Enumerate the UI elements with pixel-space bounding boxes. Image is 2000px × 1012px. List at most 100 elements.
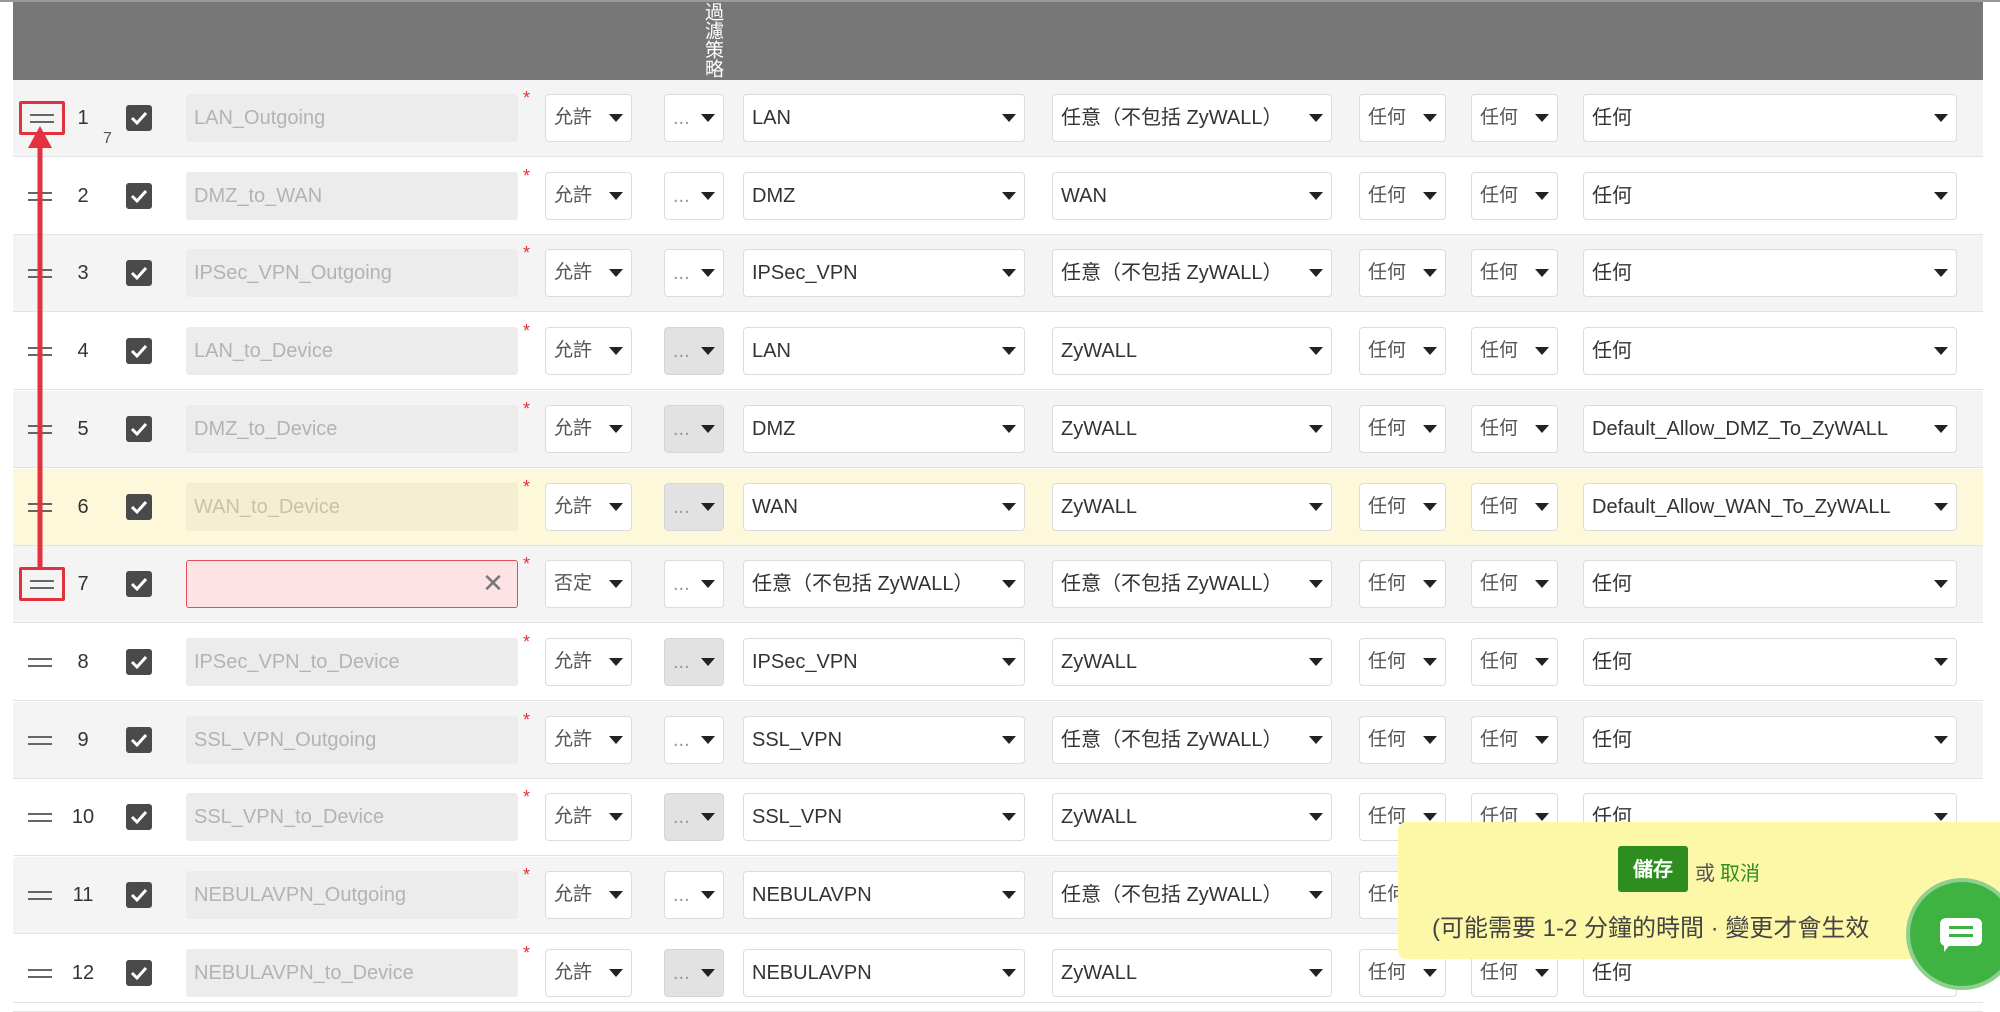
filter-policy-select[interactable]: ...	[664, 560, 724, 608]
to-zone-select[interactable]: ZyWALL	[1052, 638, 1332, 686]
from-zone-select[interactable]: IPSec_VPN	[743, 638, 1025, 686]
schedule-select[interactable]: Default_Allow_WAN_To_ZyWALL	[1583, 483, 1957, 531]
destination-address-select[interactable]: 任何	[1471, 716, 1558, 764]
enable-checkbox[interactable]	[126, 882, 152, 908]
to-zone-select[interactable]: 任意（不包括 ZyWALL）	[1052, 94, 1332, 142]
drag-handle-icon[interactable]	[26, 881, 54, 909]
schedule-select[interactable]: 任何	[1583, 327, 1957, 375]
drag-handle-icon[interactable]	[19, 101, 65, 135]
to-zone-select[interactable]: 任意（不包括 ZyWALL）	[1052, 716, 1332, 764]
action-select[interactable]: 允許	[545, 716, 632, 764]
enable-checkbox[interactable]	[126, 416, 152, 442]
enable-checkbox[interactable]	[126, 727, 152, 753]
destination-address-select[interactable]: 任何	[1471, 483, 1558, 531]
action-select[interactable]: 允許	[545, 405, 632, 453]
policy-name-input[interactable]: WAN_to_Device	[186, 483, 518, 531]
schedule-select[interactable]: 任何	[1583, 172, 1957, 220]
drag-handle-icon[interactable]	[26, 415, 54, 443]
policy-name-input[interactable]: LAN_Outgoing	[186, 94, 518, 142]
enable-checkbox[interactable]	[126, 804, 152, 830]
cancel-link[interactable]: 取消	[1720, 857, 1760, 886]
to-zone-select[interactable]: WAN	[1052, 172, 1332, 220]
source-address-select[interactable]: 任何	[1359, 249, 1446, 297]
from-zone-select[interactable]: WAN	[743, 483, 1025, 531]
to-zone-select[interactable]: ZyWALL	[1052, 483, 1332, 531]
source-address-select[interactable]: 任何	[1359, 172, 1446, 220]
schedule-select[interactable]: Default_Allow_DMZ_To_ZyWALL	[1583, 405, 1957, 453]
source-address-select[interactable]: 任何	[1359, 560, 1446, 608]
filter-policy-select[interactable]: ...	[664, 172, 724, 220]
drag-handle-icon[interactable]	[26, 726, 54, 754]
schedule-select[interactable]: 任何	[1583, 249, 1957, 297]
clear-icon[interactable]: ✕	[479, 569, 507, 597]
policy-name-input[interactable]: IPSec_VPN_Outgoing	[186, 249, 518, 297]
to-zone-select[interactable]: 任意（不包括 ZyWALL）	[1052, 871, 1332, 919]
destination-address-select[interactable]: 任何	[1471, 405, 1558, 453]
destination-address-select[interactable]: 任何	[1471, 327, 1558, 375]
policy-name-input[interactable]: DMZ_to_Device	[186, 405, 518, 453]
policy-name-input[interactable]: NEBULAVPN_to_Device	[186, 949, 518, 997]
enable-checkbox[interactable]	[126, 338, 152, 364]
enable-checkbox[interactable]	[126, 105, 152, 131]
action-select[interactable]: 允許	[545, 949, 632, 997]
policy-name-input[interactable]: LAN_to_Device	[186, 327, 518, 375]
from-zone-select[interactable]: LAN	[743, 94, 1025, 142]
policy-name-input[interactable]: NEBULAVPN_Outgoing	[186, 871, 518, 919]
from-zone-select[interactable]: NEBULAVPN	[743, 949, 1025, 997]
filter-policy-select[interactable]: ...	[664, 405, 724, 453]
action-select[interactable]: 允許	[545, 249, 632, 297]
destination-address-select[interactable]: 任何	[1471, 249, 1558, 297]
schedule-select[interactable]: 任何	[1583, 638, 1957, 686]
drag-handle-icon[interactable]	[26, 337, 54, 365]
policy-name-input[interactable]: ✕	[186, 560, 518, 608]
action-select[interactable]: 允許	[545, 172, 632, 220]
action-select[interactable]: 允許	[545, 483, 632, 531]
drag-handle-icon[interactable]	[26, 803, 54, 831]
from-zone-select[interactable]: DMZ	[743, 172, 1025, 220]
action-select[interactable]: 允許	[545, 793, 632, 841]
filter-policy-select[interactable]: ...	[664, 483, 724, 531]
enable-checkbox[interactable]	[126, 260, 152, 286]
source-address-select[interactable]: 任何	[1359, 405, 1446, 453]
to-zone-select[interactable]: 任意（不包括 ZyWALL）	[1052, 249, 1332, 297]
from-zone-select[interactable]: LAN	[743, 327, 1025, 375]
source-address-select[interactable]: 任何	[1359, 327, 1446, 375]
filter-policy-select[interactable]: ...	[664, 949, 724, 997]
source-address-select[interactable]: 任何	[1359, 94, 1446, 142]
to-zone-select[interactable]: ZyWALL	[1052, 949, 1332, 997]
from-zone-select[interactable]: SSL_VPN	[743, 793, 1025, 841]
filter-policy-select[interactable]: ...	[664, 793, 724, 841]
enable-checkbox[interactable]	[126, 571, 152, 597]
action-select[interactable]: 否定	[545, 560, 632, 608]
enable-checkbox[interactable]	[126, 960, 152, 986]
schedule-select[interactable]: 任何	[1583, 94, 1957, 142]
schedule-select[interactable]: 任何	[1583, 560, 1957, 608]
from-zone-select[interactable]: SSL_VPN	[743, 716, 1025, 764]
enable-checkbox[interactable]	[126, 183, 152, 209]
to-zone-select[interactable]: ZyWALL	[1052, 405, 1332, 453]
destination-address-select[interactable]: 任何	[1471, 560, 1558, 608]
destination-address-select[interactable]: 任何	[1471, 172, 1558, 220]
filter-policy-select[interactable]: ...	[664, 249, 724, 297]
action-select[interactable]: 允許	[545, 94, 632, 142]
source-address-select[interactable]: 任何	[1359, 716, 1446, 764]
from-zone-select[interactable]: 任意（不包括 ZyWALL）	[743, 560, 1025, 608]
action-select[interactable]: 允許	[545, 638, 632, 686]
filter-policy-select[interactable]: ...	[664, 871, 724, 919]
action-select[interactable]: 允許	[545, 871, 632, 919]
drag-handle-icon[interactable]	[26, 959, 54, 987]
destination-address-select[interactable]: 任何	[1471, 638, 1558, 686]
to-zone-select[interactable]: ZyWALL	[1052, 327, 1332, 375]
drag-handle-icon[interactable]	[26, 648, 54, 676]
to-zone-select[interactable]: 任意（不包括 ZyWALL）	[1052, 560, 1332, 608]
policy-name-input[interactable]: IPSec_VPN_to_Device	[186, 638, 518, 686]
drag-handle-icon[interactable]	[19, 567, 65, 601]
save-button[interactable]: 儲存	[1618, 846, 1688, 892]
drag-handle-icon[interactable]	[26, 259, 54, 287]
source-address-select[interactable]: 任何	[1359, 638, 1446, 686]
filter-policy-select[interactable]: ...	[664, 638, 724, 686]
filter-policy-select[interactable]: ...	[664, 716, 724, 764]
to-zone-select[interactable]: ZyWALL	[1052, 793, 1332, 841]
filter-policy-select[interactable]: ...	[664, 94, 724, 142]
enable-checkbox[interactable]	[126, 649, 152, 675]
